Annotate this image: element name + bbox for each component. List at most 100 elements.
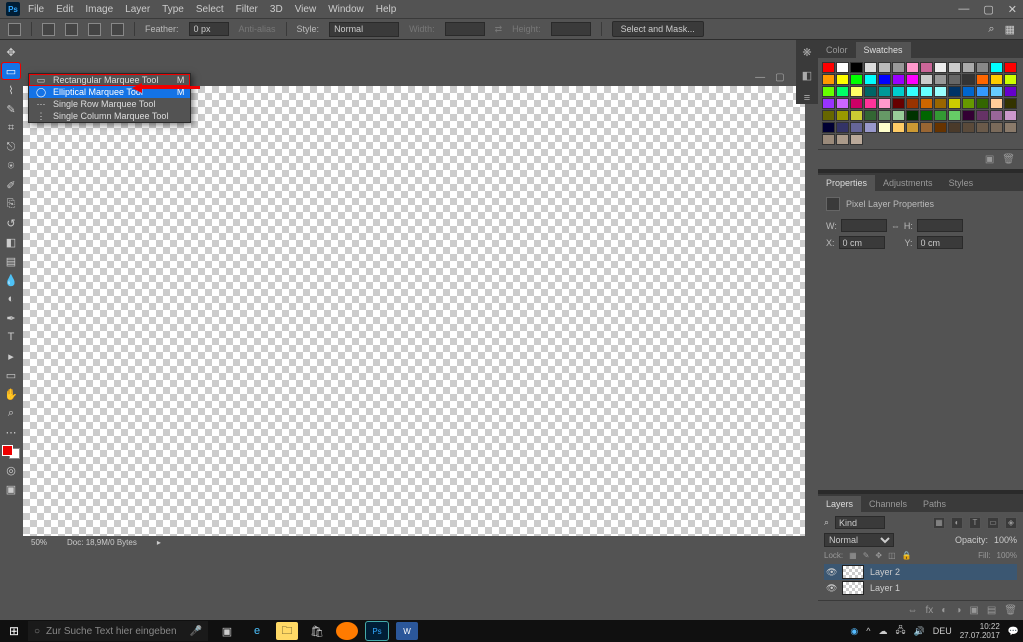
menu-edit[interactable]: Edit <box>56 4 73 15</box>
swatch[interactable] <box>990 122 1003 133</box>
menu-select[interactable]: Select <box>196 4 224 15</box>
sel-add-icon[interactable] <box>65 23 78 36</box>
edit-toolbar[interactable]: ⋯ <box>2 424 20 440</box>
swatch[interactable] <box>1004 122 1017 133</box>
swatch[interactable] <box>892 62 905 73</box>
swatch[interactable] <box>822 98 835 109</box>
blend-mode-select[interactable]: Normal <box>824 533 894 547</box>
style-select[interactable]: Normal <box>329 22 399 37</box>
menu-type[interactable]: Type <box>162 4 184 15</box>
swatch[interactable] <box>976 110 989 121</box>
swatch-new-icon[interactable]: ▣ <box>985 154 994 165</box>
screenmode-tool[interactable]: ▣ <box>2 481 20 497</box>
blur-tool[interactable]: 💧 <box>2 272 20 288</box>
swatch[interactable] <box>836 62 849 73</box>
menu-layer[interactable]: Layer <box>125 4 150 15</box>
visibility-icon[interactable]: 👁 <box>826 583 836 594</box>
layer-fx-icon[interactable]: fx <box>926 605 934 616</box>
swatch[interactable] <box>906 86 919 97</box>
swatch[interactable] <box>962 122 975 133</box>
flyout-item[interactable]: ⋯Single Row Marquee Tool <box>29 98 190 110</box>
stamp-tool[interactable]: ⎘ <box>2 196 20 212</box>
group-icon[interactable]: ▣ <box>969 605 978 616</box>
status-arrow-icon[interactable]: ▸ <box>157 538 161 547</box>
swatch[interactable] <box>906 74 919 85</box>
lock-nest-icon[interactable]: ◫ <box>888 551 896 560</box>
swatch[interactable] <box>962 110 975 121</box>
lock-pixel-icon[interactable]: ✎ <box>863 551 870 560</box>
swatch[interactable] <box>878 122 891 133</box>
swatch[interactable] <box>878 98 891 109</box>
swatch[interactable] <box>822 134 835 145</box>
prop-y-input[interactable] <box>917 236 963 249</box>
layer-mask-icon[interactable]: ◐ <box>941 605 947 616</box>
sel-sub-icon[interactable] <box>88 23 101 36</box>
tray-lang[interactable]: DEU <box>933 626 952 636</box>
tray-up-icon[interactable]: ^ <box>866 626 870 636</box>
filter-shape-icon[interactable]: ▭ <box>987 517 999 529</box>
swatch[interactable] <box>920 98 933 109</box>
swatch[interactable] <box>850 110 863 121</box>
swatch[interactable] <box>906 98 919 109</box>
swatch[interactable] <box>962 86 975 97</box>
swatch[interactable] <box>934 62 947 73</box>
hand-tool[interactable]: ✋ <box>2 386 20 402</box>
swatch[interactable] <box>864 86 877 97</box>
swatch[interactable] <box>906 62 919 73</box>
tab-adjustments[interactable]: Adjustments <box>875 175 941 191</box>
tool-preset-icon[interactable] <box>8 23 21 36</box>
swatch[interactable] <box>948 74 961 85</box>
taskbar-search[interactable]: ○ Zur Suche Text hier eingeben 🎤 <box>28 621 208 641</box>
lock-trans-icon[interactable]: ▦ <box>849 551 857 560</box>
layer-row[interactable]: 👁Layer 2 <box>824 564 1017 580</box>
swatch[interactable] <box>836 134 849 145</box>
healing-tool[interactable]: ⍟ <box>2 158 20 174</box>
select-mask-button[interactable]: Select and Mask... <box>612 21 704 37</box>
sel-new-icon[interactable] <box>42 23 55 36</box>
swatch[interactable] <box>920 62 933 73</box>
brush-tool[interactable]: ✐ <box>2 177 20 193</box>
tab-properties[interactable]: Properties <box>818 175 875 191</box>
swatch[interactable] <box>920 122 933 133</box>
lock-pos-icon[interactable]: ✥ <box>875 551 882 560</box>
swatch[interactable] <box>976 122 989 133</box>
swatch[interactable] <box>892 74 905 85</box>
path-select-tool[interactable]: ▸ <box>2 348 20 364</box>
tray-cloud-icon[interactable]: ☁ <box>878 626 887 637</box>
swatch[interactable] <box>864 110 877 121</box>
swatch[interactable] <box>836 110 849 121</box>
doc-minimize-icon[interactable]: — <box>755 72 765 83</box>
prop-x-input[interactable] <box>839 236 885 249</box>
swatch[interactable] <box>850 86 863 97</box>
swatch[interactable] <box>920 110 933 121</box>
swatch[interactable] <box>836 98 849 109</box>
swatch[interactable] <box>822 122 835 133</box>
filter-smart-icon[interactable]: ◈ <box>1005 517 1017 529</box>
swatch[interactable] <box>990 62 1003 73</box>
fill-value[interactable]: 100% <box>997 551 1017 560</box>
swatch[interactable] <box>878 110 891 121</box>
link-layers-icon[interactable]: ⇔ <box>908 605 918 616</box>
swatch[interactable] <box>892 122 905 133</box>
close-button[interactable]: ✕ <box>1008 3 1017 16</box>
swatch[interactable] <box>962 98 975 109</box>
swatch[interactable] <box>836 74 849 85</box>
zoom-level[interactable]: 50% <box>31 538 47 547</box>
swatch[interactable] <box>850 98 863 109</box>
swatch[interactable] <box>864 74 877 85</box>
minimize-button[interactable]: — <box>958 3 969 16</box>
feather-input[interactable] <box>189 22 229 36</box>
search-icon[interactable]: ⌕ <box>988 23 994 36</box>
swatch[interactable] <box>948 86 961 97</box>
filter-adj-icon[interactable]: ◐ <box>951 517 963 529</box>
flyout-item[interactable]: ▭Rectangular Marquee ToolM <box>29 74 190 86</box>
filter-type-icon[interactable]: T <box>969 517 981 529</box>
swatch[interactable] <box>948 110 961 121</box>
collapsed-icon[interactable]: ≡ <box>804 92 810 104</box>
menu-image[interactable]: Image <box>85 4 113 15</box>
lock-all-icon[interactable]: 🔒 <box>902 551 912 560</box>
swatch[interactable] <box>906 110 919 121</box>
swatch[interactable] <box>864 62 877 73</box>
opacity-value[interactable]: 100% <box>994 535 1017 545</box>
swatch[interactable] <box>920 74 933 85</box>
